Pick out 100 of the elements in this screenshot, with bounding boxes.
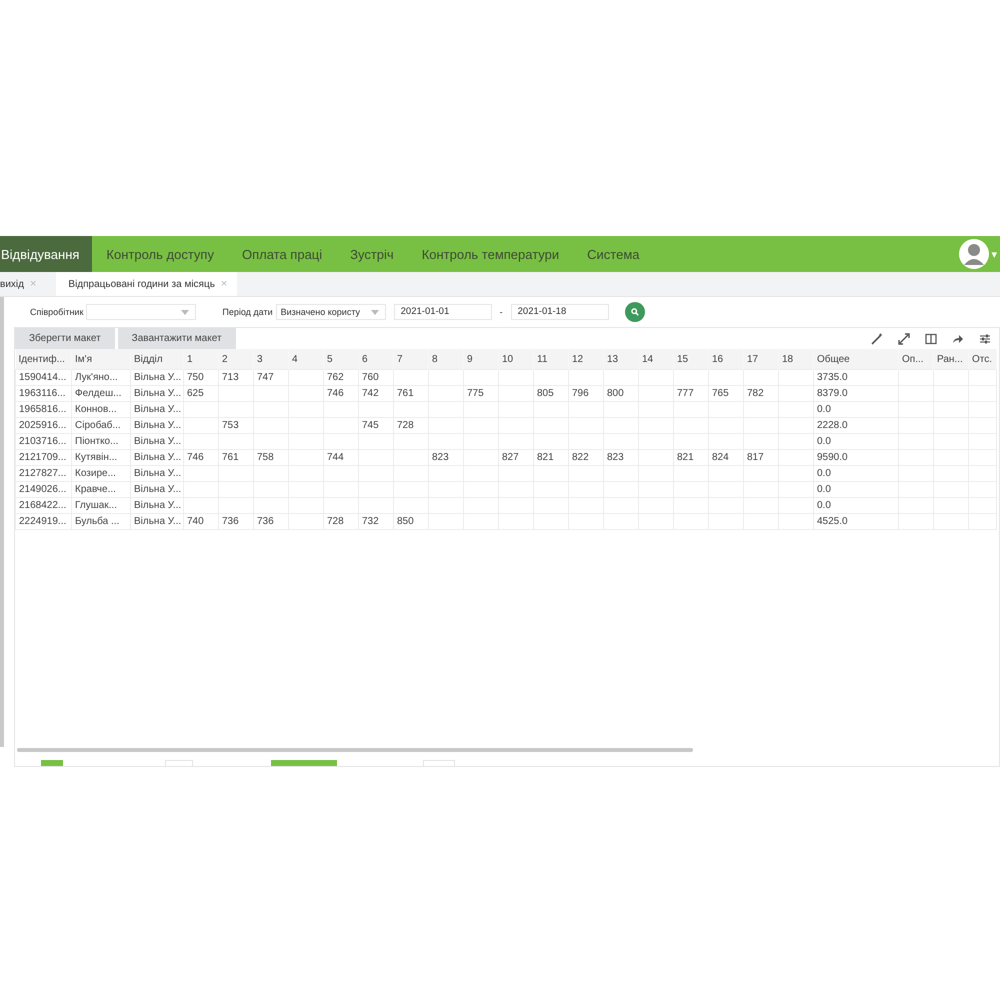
column-header[interactable]: 13 — [604, 349, 638, 370]
expand-icon[interactable] — [898, 332, 910, 344]
table-cell: 9590.0 — [814, 450, 898, 466]
table-cell: 758 — [254, 450, 288, 466]
table-cell: 753 — [218, 418, 254, 434]
nav-menu-item[interactable]: Контроль температури — [408, 236, 574, 272]
table-cell: 0.0 — [814, 498, 898, 514]
column-header[interactable]: 14 — [638, 349, 674, 370]
table-cell: 732 — [358, 514, 394, 530]
table-cell: 746 — [324, 386, 358, 402]
nav-menu-item[interactable]: Зустріч — [336, 236, 408, 272]
horizontal-scrollbar[interactable] — [17, 748, 693, 752]
column-header[interactable]: Общее — [814, 349, 898, 370]
layout-button[interactable]: Зберегти макет — [15, 328, 115, 349]
table-cell: Вільна У... — [130, 386, 184, 402]
table-cell: 2228.0 — [814, 418, 898, 434]
table-cell: 2025916... — [16, 418, 72, 434]
tab-label[interactable]: вихід — [0, 278, 24, 290]
table-cell: 746 — [184, 450, 218, 466]
column-header[interactable]: 18 — [778, 349, 814, 370]
tab-label[interactable]: Відпрацьовані години за місяць — [68, 278, 215, 290]
column-header[interactable]: Ран... — [934, 349, 968, 370]
table-cell: Вільна У... — [130, 514, 184, 530]
table-cell: 765 — [708, 386, 744, 402]
table-cell: 796 — [568, 386, 604, 402]
layout-button[interactable]: Завантажити макет — [118, 328, 236, 349]
table-cell: 1590414... — [16, 370, 72, 386]
column-header[interactable]: 2 — [218, 349, 254, 370]
column-header[interactable]: Ідентиф... — [16, 349, 72, 370]
table-cell: 745 — [358, 418, 394, 434]
search-button[interactable] — [624, 302, 645, 322]
table-cell: 2149026... — [16, 482, 72, 498]
table-cell: Глушак... — [72, 498, 130, 514]
table-cell: 822 — [568, 450, 604, 466]
column-header[interactable]: 3 — [254, 349, 288, 370]
column-header[interactable]: Ім'я — [72, 349, 130, 370]
column-header[interactable]: Отс. — [968, 349, 996, 370]
table-cell: 8379.0 — [814, 386, 898, 402]
field-label: Співробітник — [30, 307, 84, 317]
period-dropdown[interactable]: Визначено користу — [276, 304, 386, 320]
page-input[interactable] — [165, 760, 193, 766]
column-header[interactable]: 1 — [184, 349, 218, 370]
date-field[interactable]: 2021-01-01 — [394, 304, 492, 320]
table-cell: Кутявін... — [72, 450, 130, 466]
table-cell: Кравче... — [72, 482, 130, 498]
page-tab[interactable]: вихід × — [0, 272, 46, 296]
column-header[interactable]: Відділ — [130, 349, 184, 370]
dropdown-arrow-icon — [370, 310, 379, 314]
table-cell: 0.0 — [814, 482, 898, 498]
dropdown-arrow-icon — [181, 310, 190, 314]
table-cell: Козире... — [72, 466, 130, 482]
page-size-field[interactable] — [423, 760, 455, 766]
table-cell: 736 — [218, 514, 254, 530]
table-cell: 821 — [674, 450, 708, 466]
table-cell: Вільна У... — [130, 418, 184, 434]
table-cell: Піонтко... — [72, 434, 130, 450]
avatar-icon[interactable] — [959, 239, 990, 269]
table-cell: 761 — [394, 386, 428, 402]
column-header[interactable]: 9 — [464, 349, 498, 370]
table-cell: Вільна У... — [130, 466, 184, 482]
share-arrow-icon[interactable] — [952, 332, 964, 344]
table-cell: 762 — [324, 370, 358, 386]
sliders-icon[interactable] — [979, 332, 991, 344]
nav-menu-item[interactable]: Оплата праці — [228, 236, 336, 272]
column-header[interactable]: 10 — [498, 349, 534, 370]
column-header[interactable]: 17 — [744, 349, 778, 370]
table-cell: 761 — [218, 450, 254, 466]
table-cell: Бульба ... — [72, 514, 130, 530]
wand-icon[interactable] — [871, 332, 883, 344]
table-cell: Сіробаб... — [72, 418, 130, 434]
column-header[interactable]: Оп... — [898, 349, 934, 370]
column-header[interactable]: 7 — [394, 349, 428, 370]
table-cell: 824 — [708, 450, 744, 466]
search-icon — [630, 308, 639, 316]
column-header[interactable]: 11 — [534, 349, 568, 370]
column-header[interactable]: 6 — [358, 349, 394, 370]
table-cell: 850 — [394, 514, 428, 530]
date-field[interactable]: 2021-01-18 — [510, 304, 609, 320]
nav-menu-item[interactable]: Система — [573, 236, 654, 272]
nav-menu-item[interactable]: Контроль доступу — [92, 236, 228, 272]
columns-icon[interactable] — [925, 332, 937, 344]
table-cell: 805 — [534, 386, 568, 402]
column-header[interactable]: 4 — [288, 349, 324, 370]
column-header[interactable]: 16 — [708, 349, 744, 370]
column-header[interactable]: 12 — [568, 349, 604, 370]
table-cell: 782 — [744, 386, 778, 402]
column-header[interactable]: 8 — [428, 349, 464, 370]
table-cell: 0.0 — [814, 466, 898, 482]
table-cell: 713 — [218, 370, 254, 386]
table-cell: 0.0 — [814, 434, 898, 450]
page-tab[interactable]: Відпрацьовані години за місяць × — [56, 272, 238, 296]
nav-menu-item[interactable]: Відвідування — [0, 236, 92, 272]
table-cell: 823 — [428, 450, 464, 466]
column-header[interactable]: 5 — [324, 349, 358, 370]
table-cell: 817 — [744, 450, 778, 466]
table-cell: 1963116... — [16, 386, 72, 402]
field-label: Період дати — [222, 307, 273, 317]
column-header[interactable]: 15 — [674, 349, 708, 370]
table-cell: 736 — [254, 514, 288, 530]
table-cell: Лук'яно... — [72, 370, 130, 386]
